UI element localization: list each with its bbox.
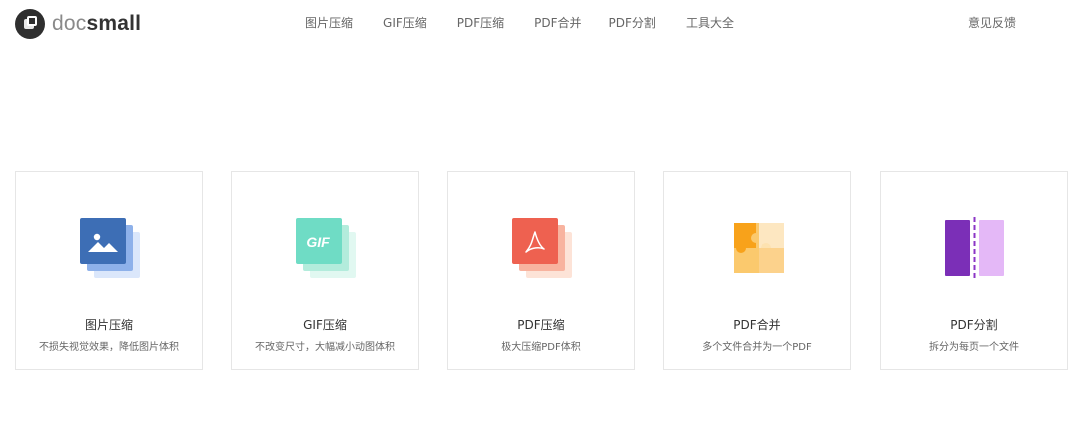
logo-icon <box>15 9 45 39</box>
card-pdf-merge[interactable]: PDF合并 多个文件合并为一个PDF <box>663 171 851 370</box>
nav-item-gif-compress[interactable]: GIF压缩 <box>383 14 427 32</box>
logo[interactable]: doc small <box>15 9 141 39</box>
main-nav: 图片压缩 GIF压缩 PDF压缩 PDF合并 PDF分割 工具大全 <box>305 14 734 32</box>
split-icon <box>881 216 1067 280</box>
card-title: 图片压缩 <box>84 318 133 332</box>
nav-item-image-compress[interactable]: 图片压缩 <box>305 14 353 32</box>
nav-item-pdf-merge[interactable]: PDF合并 <box>534 14 581 32</box>
pdf-icon <box>448 216 634 280</box>
feedback-link[interactable]: 意见反馈 <box>968 14 1016 32</box>
card-description: 拆分为每页一个文件 <box>929 342 1019 353</box>
card-title: PDF分割 <box>950 318 998 332</box>
card-title: PDF合并 <box>733 318 781 332</box>
nav-item-pdf-split[interactable]: PDF分割 <box>609 14 656 32</box>
gif-icon-text: GIF <box>306 234 330 250</box>
card-pdf-compress[interactable]: PDF压缩 极大压缩PDF体积 <box>447 171 635 370</box>
card-pdf-split[interactable]: PDF分割 拆分为每页一个文件 <box>880 171 1068 370</box>
card-description: 不改变尺寸，大幅减小动图体积 <box>255 342 395 353</box>
header: doc small 图片压缩 GIF压缩 PDF压缩 PDF合并 PDF分割 工具… <box>0 0 1080 46</box>
card-title: PDF压缩 <box>517 318 565 332</box>
card-title: GIF压缩 <box>303 318 347 332</box>
card-description: 极大压缩PDF体积 <box>501 342 581 353</box>
card-description: 多个文件合并为一个PDF <box>702 342 812 353</box>
logo-text-doc: doc <box>52 12 87 35</box>
tool-cards: 图片压缩 不损失视觉效果，降低图片体积 GIF GIF压缩 不改变尺寸，大幅减小… <box>15 171 1071 373</box>
nav-item-pdf-compress[interactable]: PDF压缩 <box>457 14 504 32</box>
gif-icon: GIF <box>232 216 418 280</box>
puzzle-icon <box>664 216 850 280</box>
image-icon <box>16 216 202 280</box>
card-description: 不损失视觉效果，降低图片体积 <box>39 342 179 353</box>
nav-item-all-tools[interactable]: 工具大全 <box>686 14 734 32</box>
logo-text-small: small <box>86 12 142 35</box>
card-gif-compress[interactable]: GIF GIF压缩 不改变尺寸，大幅减小动图体积 <box>231 171 419 370</box>
card-image-compress[interactable]: 图片压缩 不损失视觉效果，降低图片体积 <box>15 171 203 370</box>
